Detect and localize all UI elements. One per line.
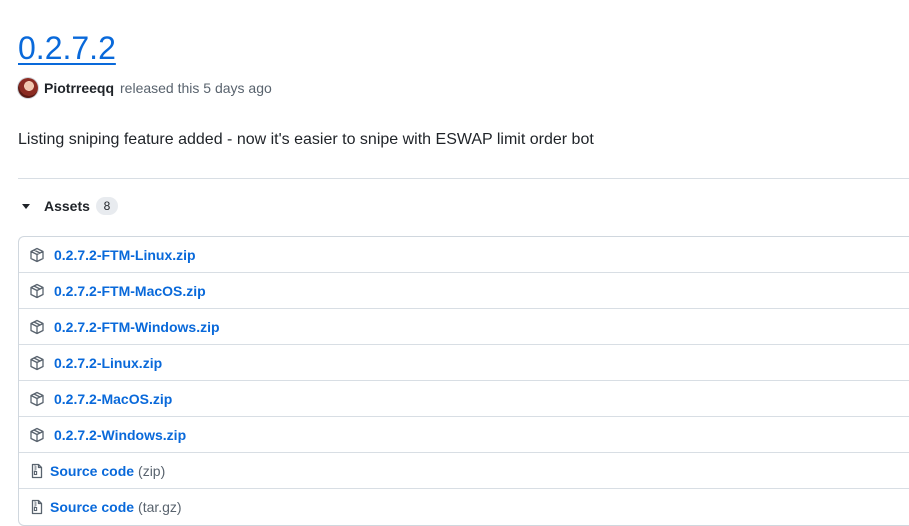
- asset-row: 0.2.7.2-MacOS.zip: [19, 381, 909, 417]
- package-icon: [29, 391, 45, 407]
- caret-down-icon: [22, 203, 30, 209]
- source-format: (zip): [138, 462, 166, 479]
- asset-row: Source code (zip): [19, 453, 909, 489]
- asset-row: 0.2.7.2-Windows.zip: [19, 417, 909, 453]
- file-zip-icon: [29, 463, 45, 479]
- package-icon: [29, 355, 45, 371]
- asset-link[interactable]: 0.2.7.2-FTM-Windows.zip: [54, 319, 220, 335]
- asset-row: 0.2.7.2-FTM-Linux.zip: [19, 237, 909, 273]
- package-icon: [29, 283, 45, 299]
- source-code-link[interactable]: Source code: [50, 463, 134, 479]
- asset-link[interactable]: 0.2.7.2-Windows.zip: [54, 427, 186, 443]
- author-avatar[interactable]: [18, 78, 38, 98]
- assets-toggle[interactable]: Assets 8: [18, 197, 118, 215]
- asset-row: 0.2.7.2-FTM-MacOS.zip: [19, 273, 909, 309]
- author-link[interactable]: Piotrreeqq: [44, 80, 114, 96]
- asset-link[interactable]: 0.2.7.2-FTM-MacOS.zip: [54, 283, 206, 299]
- asset-link[interactable]: 0.2.7.2-Linux.zip: [54, 355, 162, 371]
- assets-list: 0.2.7.2-FTM-Linux.zip 0.2.7.2-FTM-MacOS.…: [18, 236, 909, 526]
- package-icon: [29, 247, 45, 263]
- source-format: (tar.gz): [138, 499, 182, 515]
- release-description: Listing sniping feature added - now it's…: [18, 131, 594, 148]
- asset-link[interactable]: 0.2.7.2-FTM-Linux.zip: [54, 247, 196, 263]
- package-icon: [29, 319, 45, 335]
- file-zip-icon: [29, 499, 45, 515]
- release-title-link[interactable]: 0.2.7.2: [18, 26, 116, 70]
- assets-label: Assets: [44, 198, 90, 214]
- asset-row: 0.2.7.2-Linux.zip: [19, 345, 909, 381]
- source-code-link[interactable]: Source code: [50, 499, 134, 515]
- release-meta: Piotrreeqq released this 5 days ago: [18, 78, 272, 98]
- divider: [18, 178, 909, 179]
- asset-row: Source code (tar.gz): [19, 489, 909, 525]
- asset-row: 0.2.7.2-FTM-Windows.zip: [19, 309, 909, 345]
- released-text: released this 5 days ago: [120, 80, 272, 96]
- assets-count-badge: 8: [95, 197, 118, 215]
- package-icon: [29, 427, 45, 443]
- asset-link[interactable]: 0.2.7.2-MacOS.zip: [54, 391, 172, 407]
